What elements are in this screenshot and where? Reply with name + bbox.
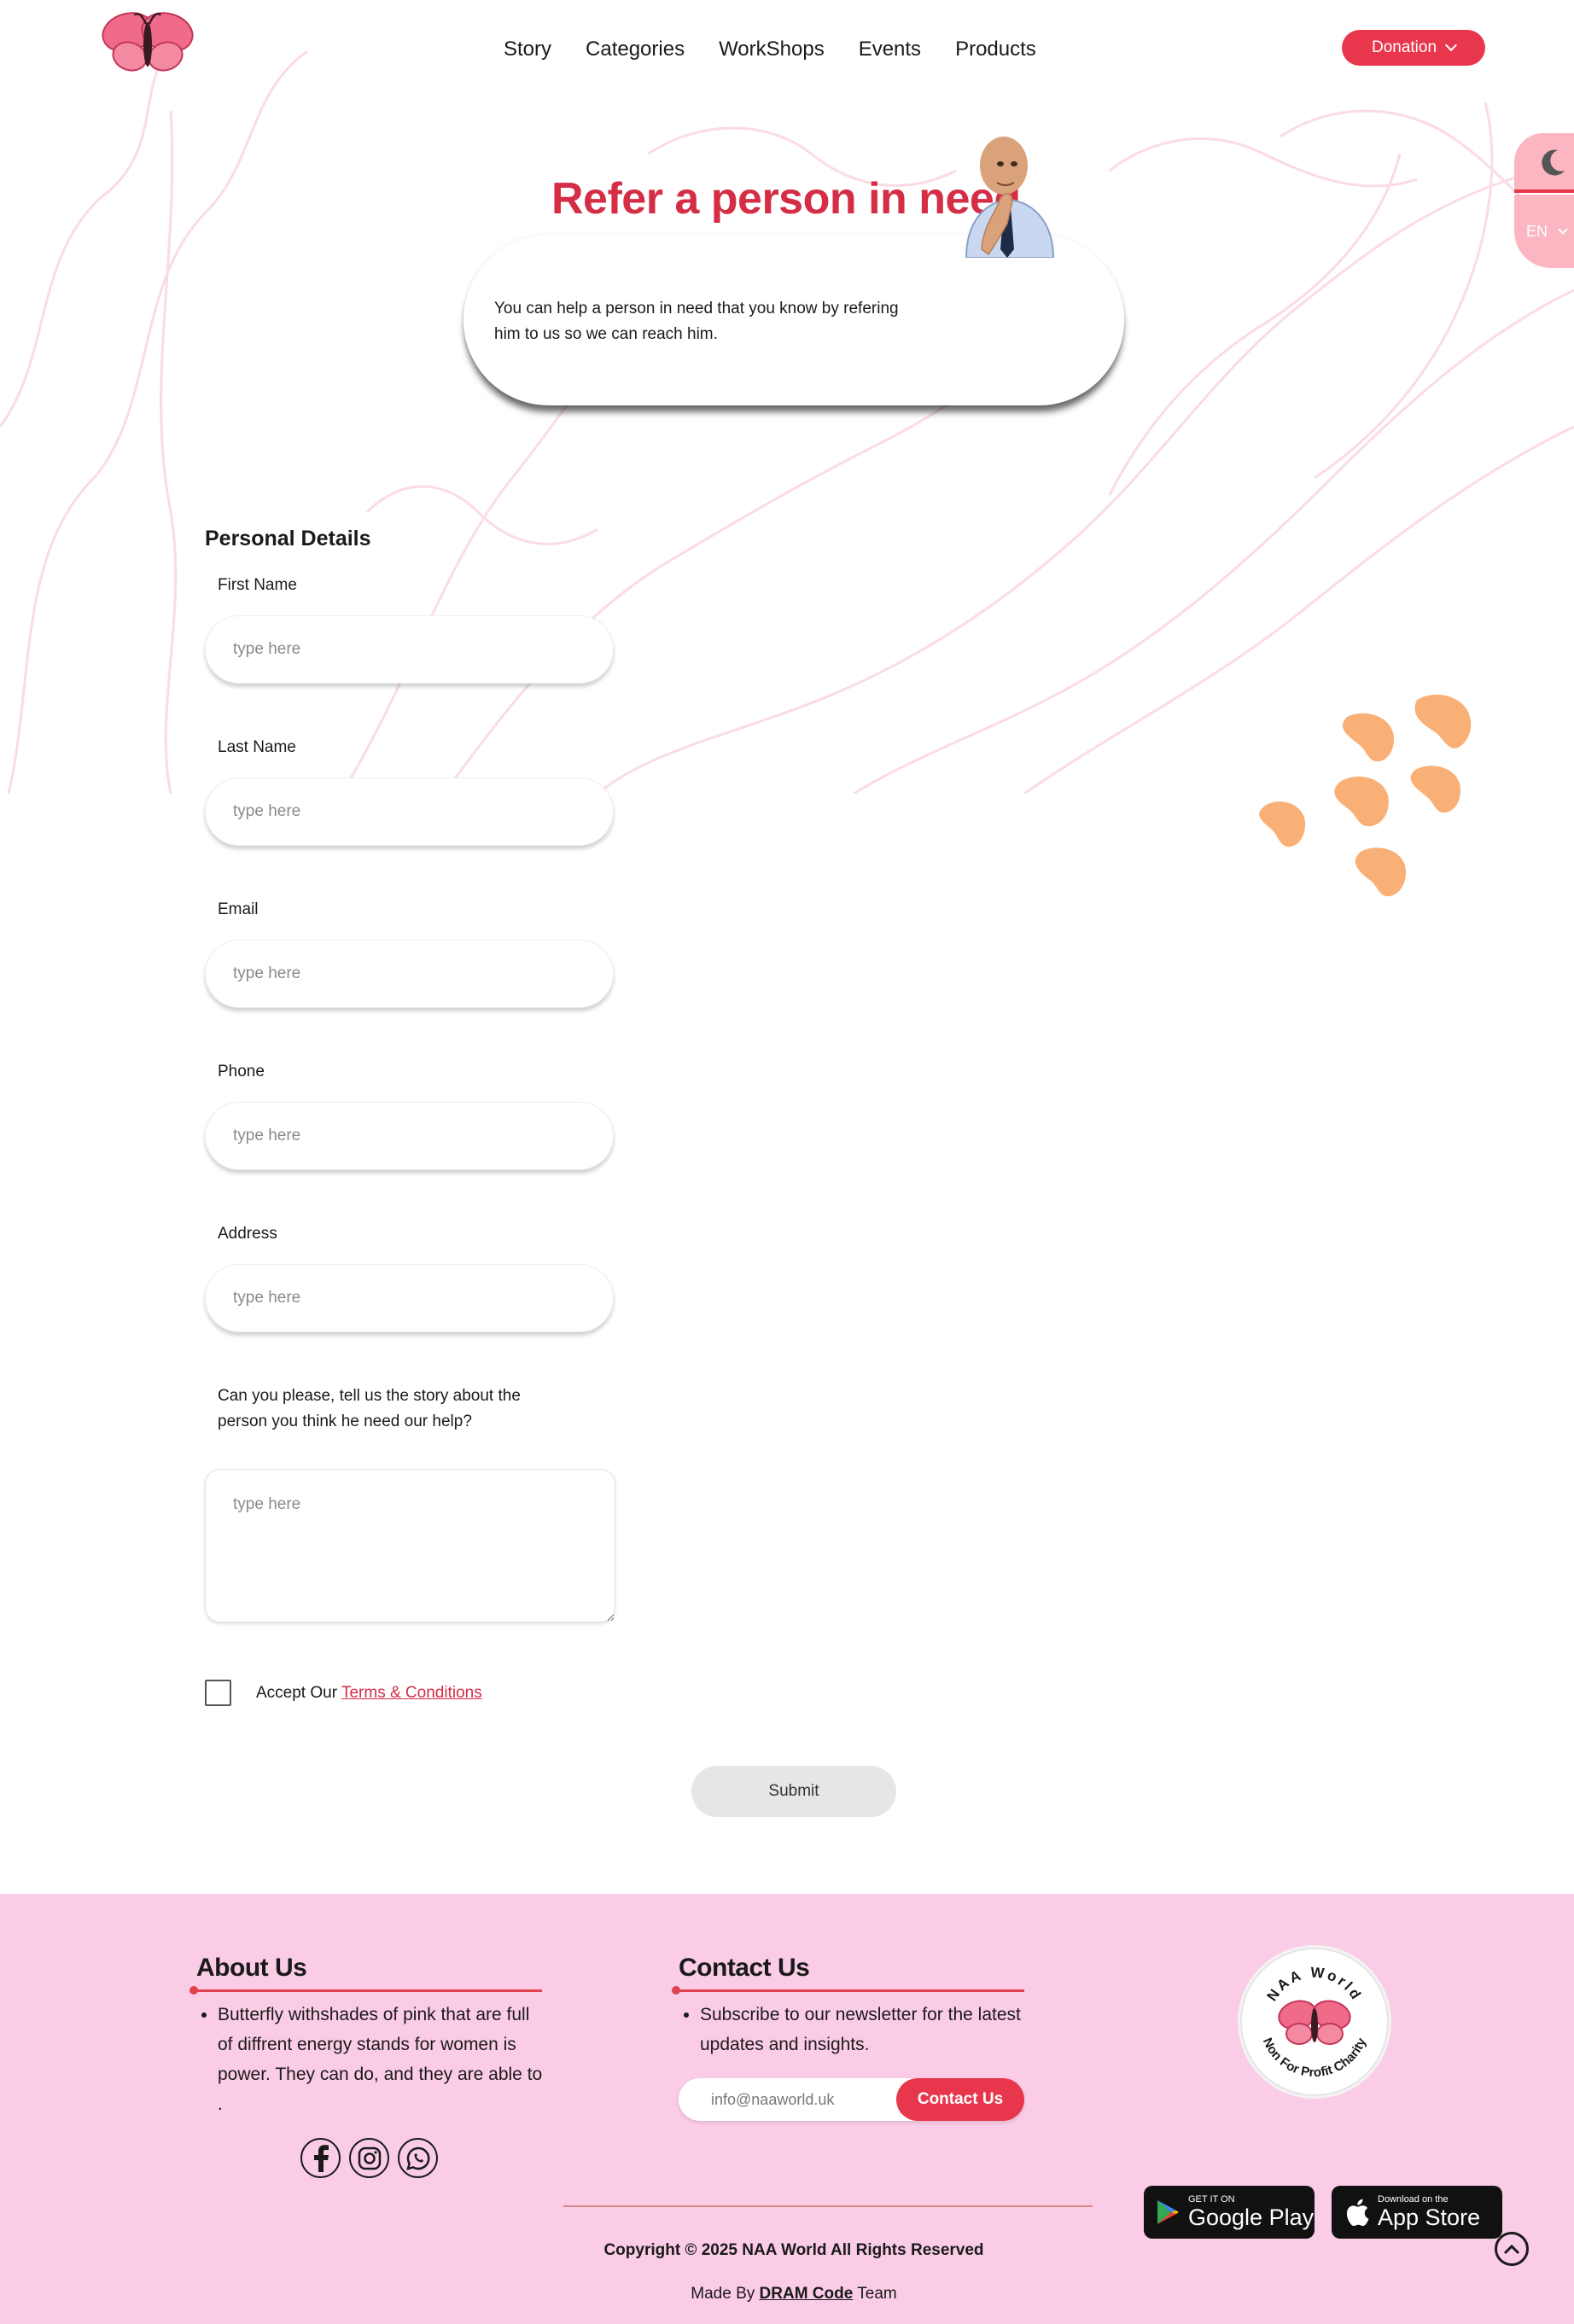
made-by-prefix: Made By — [691, 2285, 755, 2303]
charity-logo: NAA World Non For Profit Charity — [1238, 1945, 1391, 2099]
theme-toggle[interactable] — [1514, 133, 1574, 191]
google-play-small-text: GET IT ON — [1188, 2194, 1235, 2205]
chevron-down-icon — [1444, 38, 1458, 52]
app-store-badge[interactable]: Download on the App Store — [1332, 2186, 1502, 2239]
about-list: Butterfly withshades of pink that are fu… — [197, 2000, 547, 2119]
newsletter-email-input[interactable] — [711, 2078, 882, 2121]
terms-row: Accept Our Terms & Conditions — [205, 1680, 482, 1706]
whatsapp-icon[interactable] — [398, 2138, 438, 2178]
made-by-link[interactable]: DRAM Code — [760, 2285, 854, 2303]
email-input[interactable] — [205, 940, 614, 1008]
contact-underline — [677, 1989, 1024, 1992]
address-label: Address — [218, 1225, 277, 1243]
submit-button[interactable]: Submit — [691, 1766, 896, 1817]
nav-events[interactable]: Events — [859, 38, 921, 61]
facebook-icon[interactable] — [300, 2138, 341, 2178]
first-name-input[interactable] — [205, 615, 614, 684]
instagram-icon[interactable] — [349, 2138, 389, 2178]
story-label: Can you please, tell us the story about … — [218, 1387, 521, 1430]
email-label: Email — [218, 900, 259, 918]
copyright-text: Copyright © 2025 NAA World All Rights Re… — [603, 2241, 984, 2259]
nav-workshops[interactable]: WorkShops — [719, 38, 825, 61]
made-by-text: Made By DRAM Code Team — [0, 2285, 1574, 2304]
google-play-icon — [1157, 2200, 1179, 2224]
side-panel: EN — [1514, 133, 1574, 268]
app-store-big-text: App Store — [1378, 2205, 1481, 2230]
donation-label: Donation — [1371, 38, 1437, 56]
nav-story[interactable]: Story — [504, 38, 551, 61]
made-by-suffix: Team — [857, 2285, 897, 2303]
first-name-label: First Name — [218, 576, 297, 594]
contact-list: Subscribe to our newsletter for the late… — [679, 2000, 1038, 2059]
newsletter-form: Contact Us — [679, 2078, 1024, 2121]
main-nav: Story Categories WorkShops Events Produc… — [504, 38, 1036, 61]
thinking-man-illustration — [965, 137, 1055, 258]
terms-prefix: Accept Our — [256, 1683, 338, 1702]
about-underline-dot — [189, 1986, 198, 1995]
phone-input[interactable] — [205, 1102, 614, 1170]
contact-heading: Contact Us — [679, 1954, 810, 1982]
hero-card: You can help a person in need that you k… — [463, 235, 1124, 405]
terms-checkbox[interactable] — [205, 1680, 231, 1706]
section-title-personal-details: Personal Details — [205, 527, 371, 550]
donation-button[interactable]: Donation — [1342, 30, 1485, 66]
google-play-big-text: Google Play — [1188, 2205, 1315, 2230]
address-input[interactable] — [205, 1264, 614, 1332]
about-underline — [195, 1989, 542, 1992]
google-play-badge[interactable]: GET IT ON Google Play — [1144, 2186, 1315, 2239]
butterfly-logo[interactable] — [97, 7, 198, 75]
nav-products[interactable]: Products — [955, 38, 1036, 61]
decorative-blobs — [1259, 694, 1472, 897]
contact-text: Subscribe to our newsletter for the late… — [700, 2000, 1038, 2059]
phone-label: Phone — [218, 1063, 265, 1080]
toggle-divider — [1514, 189, 1574, 193]
moon-icon — [1542, 149, 1565, 176]
last-name-label: Last Name — [218, 738, 296, 756]
hero-description: You can help a person in need that you k… — [494, 300, 899, 343]
social-links — [300, 2138, 438, 2178]
about-text: Butterfly withshades of pink that are fu… — [218, 2000, 547, 2119]
footer-divider — [563, 2205, 1093, 2207]
chevron-down-icon — [1558, 224, 1568, 235]
about-heading: About Us — [196, 1954, 307, 1982]
terms-text: Accept Our Terms & Conditions — [256, 1684, 482, 1703]
contact-underline-dot — [672, 1986, 680, 1995]
language-select[interactable]: EN — [1514, 195, 1574, 268]
terms-link[interactable]: Terms & Conditions — [341, 1684, 482, 1702]
contact-us-button[interactable]: Contact Us — [896, 2078, 1024, 2121]
story-textarea[interactable] — [205, 1469, 615, 1622]
apple-icon — [1346, 2199, 1369, 2227]
app-store-small-text: Download on the — [1378, 2194, 1449, 2205]
language-label: EN — [1526, 222, 1548, 240]
last-name-input[interactable] — [205, 778, 614, 846]
nav-categories[interactable]: Categories — [586, 38, 685, 61]
